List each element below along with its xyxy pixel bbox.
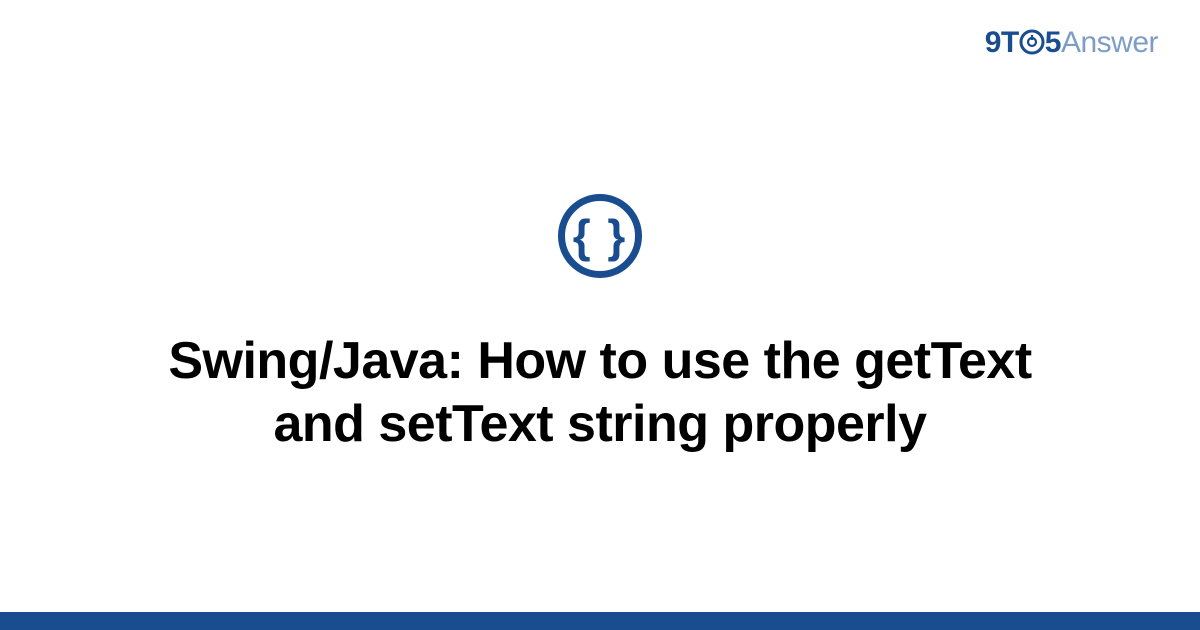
footer-bar <box>0 612 1200 630</box>
main-content: { } Swing/Java: How to use the getText a… <box>0 0 1200 630</box>
page-title: Swing/Java: How to use the getText and s… <box>150 330 1050 457</box>
code-braces-icon: { } <box>573 213 628 259</box>
category-badge: { } <box>558 194 642 278</box>
